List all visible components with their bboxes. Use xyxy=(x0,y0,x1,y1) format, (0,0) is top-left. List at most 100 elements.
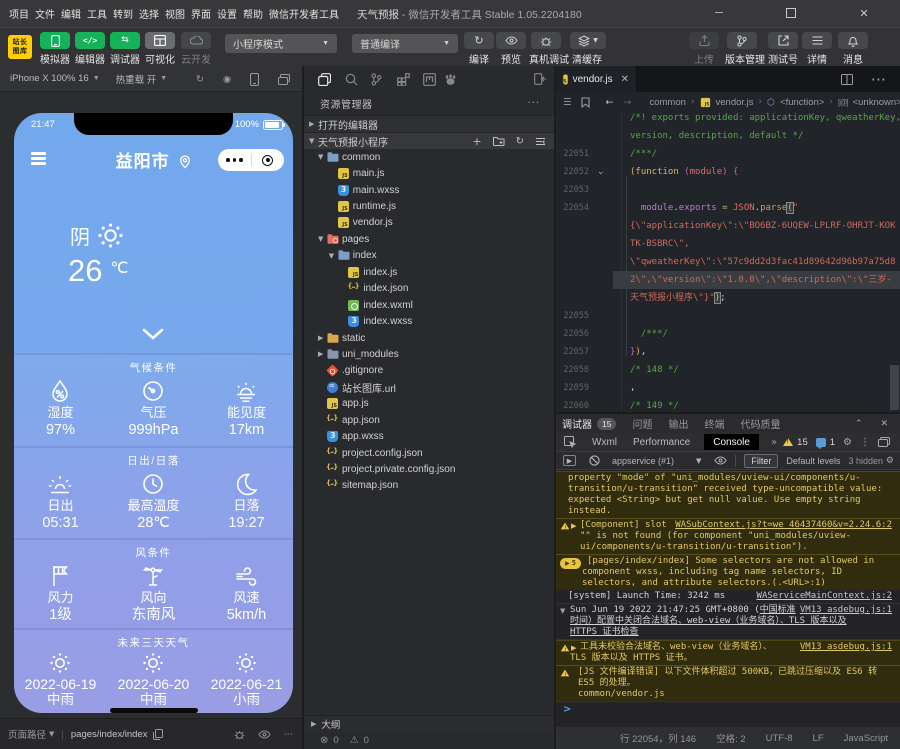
tree-item-common[interactable]: ▼common xyxy=(304,149,554,165)
console-message[interactable]: ▶VM13 asdebug.js:1工具未校验合法域名、web-view（业务域… xyxy=(556,640,900,665)
code-line[interactable]: 2\",\"version\":\"1.0.0\",\"description\… xyxy=(556,271,900,289)
code-line[interactable]: 天气预报小程序\"}"); xyxy=(556,289,900,307)
more-icon[interactable]: ⋯ xyxy=(284,729,295,740)
new-folder-icon[interactable] xyxy=(493,136,505,146)
message-count-icon[interactable] xyxy=(816,438,826,447)
breadcrumb-item-3[interactable]: <function> xyxy=(780,97,824,108)
code-line[interactable]: version, description, default */ xyxy=(556,127,900,145)
tree-item-index.wxss[interactable]: index.wxss xyxy=(304,313,554,329)
tree-item-project.config.json[interactable]: project.config.json xyxy=(304,445,554,461)
status-cursor-position[interactable]: 行 22054，列 146 xyxy=(620,731,696,745)
code-line[interactable]: {\"applicationKey\":\"BO6BZ-6UQEW-LPLRF-… xyxy=(556,217,900,235)
close-button[interactable]: ✕ xyxy=(857,7,871,20)
tree-item-index.json[interactable]: index.json xyxy=(304,281,554,297)
code-line[interactable]: 22058/* 148 */ xyxy=(556,361,900,379)
code-line[interactable]: 22056 /***/ xyxy=(556,325,900,343)
tab-debugger[interactable]: 调试器15 xyxy=(562,416,616,431)
chevron-right-icon[interactable]: ▶ xyxy=(318,334,327,342)
context-select[interactable]: appservice (#1)▼ xyxy=(612,456,701,466)
tree-item-app.wxss[interactable]: app.wxss xyxy=(304,428,554,444)
nav-back-icon[interactable]: ← xyxy=(606,97,614,108)
test-account-button[interactable]: 测试号 xyxy=(766,32,800,66)
tab-console[interactable]: Console xyxy=(704,434,759,450)
live-expression-eye-icon[interactable] xyxy=(714,456,727,465)
tab-performance[interactable]: Performance xyxy=(633,437,690,448)
editor-scrollbar[interactable] xyxy=(890,365,899,410)
explorer-more-icon[interactable]: ··· xyxy=(527,98,540,109)
code-line[interactable]: 22053 xyxy=(556,181,900,199)
tree-item-app.json[interactable]: app.json xyxy=(304,412,554,428)
status-eol[interactable]: LF xyxy=(813,733,824,744)
close-panel-icon[interactable]: ✕ xyxy=(880,419,888,429)
open-editors-section[interactable]: ▶打开的编辑器 xyxy=(304,115,554,132)
page-path-value[interactable]: pages/index/index xyxy=(71,729,148,740)
tab-code-quality[interactable]: 代码质量 xyxy=(740,416,780,431)
tab-wxml[interactable]: Wxml xyxy=(592,437,617,448)
source-control-icon[interactable] xyxy=(371,73,382,86)
maximize-button[interactable] xyxy=(786,8,796,18)
code-line[interactable]: 22060/* 149 */ xyxy=(556,397,900,412)
debugger-button[interactable]: ⇆调试器 xyxy=(108,32,142,66)
refresh-icon[interactable]: ↻ xyxy=(516,136,524,147)
compile-button[interactable]: ↻编译 xyxy=(462,32,496,66)
tab-terminal[interactable]: 终端 xyxy=(704,416,724,431)
tab-close-icon[interactable]: ✕ xyxy=(621,74,629,85)
outline-section[interactable]: ▶大纲 xyxy=(304,715,554,731)
hand-icon[interactable] xyxy=(444,73,457,85)
collapse-all-icon[interactable] xyxy=(535,136,546,147)
editor-more-icon[interactable]: ··· xyxy=(871,70,886,89)
code-line[interactable]: /*! exports provided: applicationKey, qw… xyxy=(556,112,900,127)
page-path-label[interactable]: 页面路径 xyxy=(8,727,46,741)
console-sidebar-icon[interactable]: ▶ xyxy=(563,455,576,466)
console-prompt[interactable]: > xyxy=(556,701,900,715)
preview-button[interactable]: 预览 xyxy=(494,32,528,66)
chevron-down-icon[interactable] xyxy=(141,328,165,340)
mode-select[interactable]: 小程序模式▼ xyxy=(225,34,337,53)
version-control-button[interactable]: 版本管理 xyxy=(725,32,759,66)
wechat-capsule[interactable] xyxy=(218,149,284,171)
status-language-mode[interactable]: JavaScript xyxy=(844,733,888,744)
device-select[interactable]: iPhone X 100% 16 xyxy=(10,73,89,84)
tree-item-pages[interactable]: ▼pages xyxy=(304,231,554,247)
tree-item-main.js[interactable]: main.js xyxy=(304,165,554,181)
console-message[interactable]: ▶WASubContext.js?t=we_46437460&v=2.24.6:… xyxy=(556,518,900,554)
tree-item-index.js[interactable]: index.js xyxy=(304,264,554,280)
copy-icon[interactable] xyxy=(153,729,163,740)
nav-forward-icon[interactable]: → xyxy=(624,97,632,108)
tab-output[interactable]: 输出 xyxy=(668,416,688,431)
dock-side-icon[interactable] xyxy=(878,437,890,447)
source-link[interactable]: WAServiceMainContext.js:2 xyxy=(757,591,892,602)
chevron-down-icon[interactable]: ▼ xyxy=(318,235,327,243)
source-link[interactable]: WASubContext.js?t=we_46437460&v=2.24.6:2 xyxy=(675,520,892,531)
visualize-button[interactable]: 可视化 xyxy=(143,32,177,66)
status-indentation[interactable]: 空格: 2 xyxy=(716,731,746,745)
source-link[interactable]: VM13 asdebug.js:1 xyxy=(800,605,892,616)
tree-item-index.wxml[interactable]: index.wxml xyxy=(304,297,554,313)
tree-item-.gitignore[interactable]: .gitignore xyxy=(304,363,554,379)
extensions-icon[interactable] xyxy=(397,73,410,86)
real-device-debug-button[interactable]: 真机调试 xyxy=(529,32,563,66)
simulator-button[interactable]: 模拟器 xyxy=(38,32,72,66)
code-line[interactable]: TK-BSBRC\", xyxy=(556,235,900,253)
collapse-panel-icon[interactable]: ⌃ xyxy=(855,419,863,429)
chevron-right-icon[interactable]: ▶ xyxy=(318,350,327,358)
eye-icon[interactable] xyxy=(258,730,271,739)
tab-vendor-js[interactable]: vendor.js ✕ xyxy=(556,66,637,92)
more-dots-icon[interactable] xyxy=(218,158,251,162)
hidden-count[interactable]: 3 hidden xyxy=(848,456,883,466)
chevron-down-icon[interactable]: ▼ xyxy=(318,153,327,161)
cloud-dev-button[interactable]: 云开发 xyxy=(179,32,213,66)
editor-button[interactable]: </>编辑器 xyxy=(73,32,107,66)
tree-item-vendor.js[interactable]: vendor.js xyxy=(304,215,554,231)
breadcrumb-item-1[interactable]: common xyxy=(649,97,685,108)
console-message[interactable]: WAServiceMainContext.js:2[system] Launch… xyxy=(556,590,900,604)
bug-icon[interactable] xyxy=(234,729,245,740)
tree-item-sitemap.json[interactable]: sitemap.json xyxy=(304,478,554,494)
tree-item-project.private.config.json[interactable]: project.private.config.json xyxy=(304,461,554,477)
multi-window-icon[interactable] xyxy=(278,74,290,85)
tab-problems[interactable]: 问题 xyxy=(632,416,652,431)
code-line[interactable]: 22051/***/ xyxy=(556,145,900,163)
console-settings-icon[interactable]: ⚙ xyxy=(886,456,894,466)
upload-button[interactable]: 上传 xyxy=(687,32,721,66)
console-message[interactable]: [JS 文件编译错误] 以下文件体积超过 500KB，已跳过压缩以及 ES6 转… xyxy=(556,665,900,701)
